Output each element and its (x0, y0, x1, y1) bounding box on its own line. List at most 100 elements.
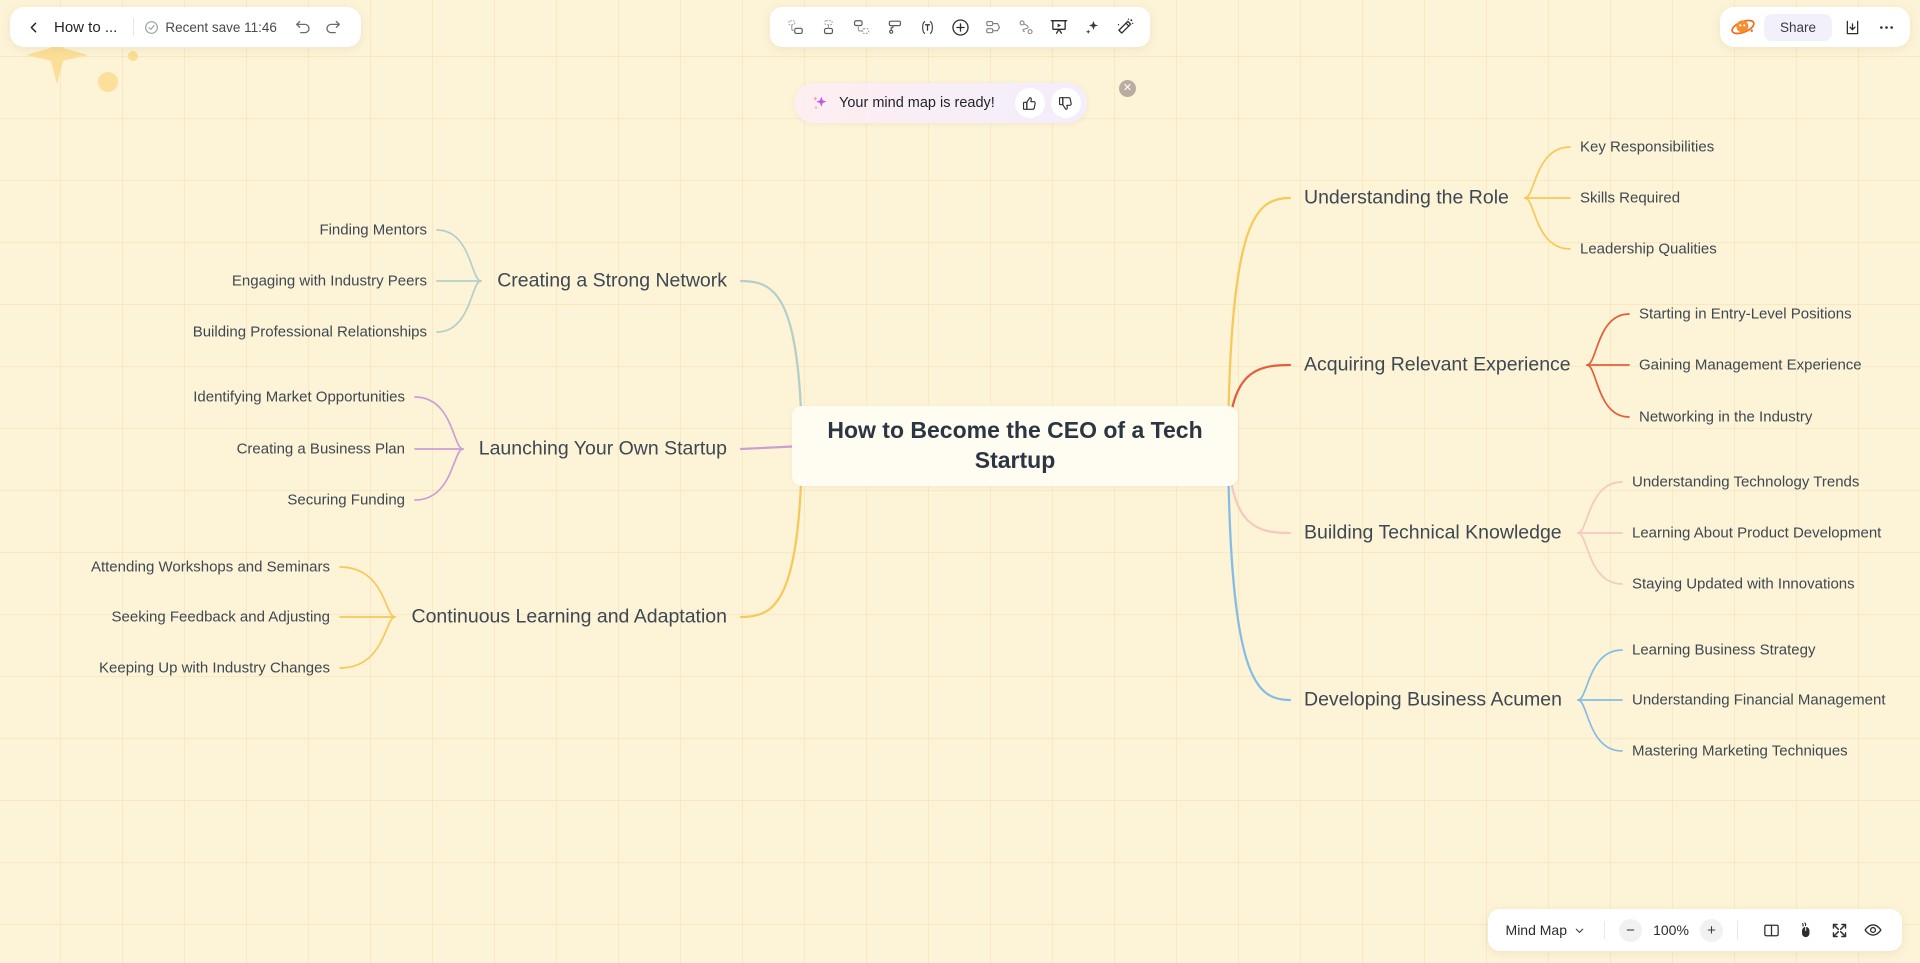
mindmap-edge (1577, 649, 1623, 701)
insert-sibling-node-button[interactable] (780, 12, 810, 42)
saturn-planet-logo[interactable] (1728, 12, 1758, 42)
relationship-button[interactable] (978, 12, 1008, 42)
toolbar-divider (1604, 921, 1605, 939)
view-mode-label: Mind Map (1505, 922, 1567, 938)
mindmap-leaf-node[interactable]: Finding Mentors (319, 222, 427, 239)
connector-line-button[interactable] (1011, 12, 1041, 42)
more-horizontal-icon (1879, 25, 1893, 29)
mindmap-leaf-node[interactable]: Keeping Up with Industry Changes (99, 660, 330, 677)
back-button[interactable] (20, 14, 46, 40)
mindmap-leaf-node[interactable]: Staying Updated with Innovations (1632, 576, 1855, 593)
thumbs-up-icon (1023, 96, 1037, 110)
text-box-button[interactable] (912, 12, 942, 42)
redo-button[interactable] (319, 13, 347, 41)
mindmap-branch-node[interactable]: Developing Business Acumen (1304, 689, 1562, 712)
mindmap-branch-node[interactable]: Continuous Learning and Adaptation (411, 606, 727, 629)
view-controls-toolbar: Mind Map − 100% + (1487, 909, 1902, 951)
toolbar-divider (1737, 921, 1738, 939)
mindmap-edge (436, 280, 482, 333)
split-panel-button[interactable] (1756, 915, 1786, 945)
zoom-out-button[interactable]: − (1619, 918, 1642, 942)
undo-icon (295, 20, 310, 34)
magic-wand-icon (1117, 18, 1134, 34)
zoom-in-button[interactable]: + (1700, 918, 1723, 942)
ai-assistant-button[interactable] (1077, 12, 1107, 42)
export-button[interactable] (1838, 13, 1866, 41)
undo-button[interactable] (289, 13, 317, 41)
saturn-planet-logo-icon (1731, 19, 1755, 35)
mindmap-leaf-node[interactable]: Understanding Financial Management (1632, 692, 1885, 709)
mindmap-leaf-node[interactable]: Starting in Entry-Level Positions (1639, 306, 1852, 323)
mindmap-edge (1577, 532, 1623, 585)
insert-subtopic-icon (853, 19, 869, 34)
view-mode-dropdown[interactable]: Mind Map (1502, 918, 1590, 942)
mindmap-canvas[interactable]: How to Become the CEO of a Tech Startup … (0, 0, 1920, 963)
chevron-down-icon (1575, 928, 1584, 933)
mindmap-leaf-node[interactable]: Mastering Marketing Techniques (1632, 743, 1848, 760)
mindmap-edge (414, 396, 464, 450)
edit-toolbar (770, 7, 1150, 47)
mindmap-edge (1226, 444, 1292, 702)
toast-close-button[interactable]: ✕ (1119, 80, 1136, 97)
mindmap-edge (339, 566, 396, 618)
mindmap-leaf-node[interactable]: Gaining Management Experience (1639, 357, 1862, 374)
mindmap-leaf-node[interactable]: Building Professional Relationships (193, 324, 427, 341)
mindmap-edge (339, 616, 396, 669)
mouse-pointer-icon (1801, 921, 1809, 937)
presentation-button[interactable] (1044, 12, 1074, 42)
insert-child-node-button[interactable] (813, 12, 843, 42)
preview-button[interactable] (1858, 915, 1888, 945)
magic-tools-button[interactable] (1110, 12, 1140, 42)
presentation-icon (1050, 20, 1068, 34)
mindmap-edge (1577, 481, 1623, 534)
mindmap-edge (1524, 146, 1571, 199)
text-box-icon (921, 20, 933, 34)
mindmap-leaf-node[interactable]: Networking in the Industry (1639, 409, 1812, 426)
thumbs-up-button[interactable] (1014, 88, 1045, 118)
mindmap-leaf-node[interactable]: Identifying Market Opportunities (193, 389, 405, 406)
mindmap-leaf-node[interactable]: Seeking Feedback and Adjusting (112, 609, 331, 626)
mindmap-edge (1524, 197, 1571, 250)
mindmap-leaf-node[interactable]: Securing Funding (287, 492, 405, 509)
insert-child-node-icon (823, 19, 833, 34)
format-painter-button[interactable] (879, 12, 909, 42)
document-toolbar: How to ... Recent save 11:46 (10, 7, 361, 47)
mindmap-leaf-node[interactable]: Engaging with Industry Peers (232, 273, 427, 290)
mindmap-branch-node[interactable]: Acquiring Relevant Experience (1304, 354, 1571, 377)
mindmap-edge (436, 229, 482, 282)
pointer-mode-button[interactable] (1790, 915, 1820, 945)
fullscreen-button[interactable] (1824, 915, 1854, 945)
share-button[interactable]: Share (1763, 13, 1832, 41)
insert-sibling-node-icon (787, 19, 803, 34)
mindmap-leaf-node[interactable]: Creating a Business Plan (237, 441, 405, 458)
insert-subtopic-button[interactable] (846, 12, 876, 42)
mindmap-edge (1577, 699, 1623, 752)
mindmap-branch-node[interactable]: Creating a Strong Network (497, 270, 727, 293)
mindmap-branch-node[interactable]: Understanding the Role (1304, 187, 1509, 210)
ai-ready-toast: Your mind map is ready! (794, 83, 1087, 123)
mindmap-branch-node[interactable]: Building Technical Knowledge (1304, 522, 1562, 545)
more-options-button[interactable] (1872, 13, 1900, 41)
mindmap-leaf-node[interactable]: Skills Required (1580, 190, 1680, 207)
mindmap-edge (1586, 364, 1630, 418)
toast-message: Your mind map is ready! (839, 95, 995, 111)
mindmap-leaf-node[interactable]: Key Responsibilities (1580, 139, 1714, 156)
thumbs-down-button[interactable] (1050, 88, 1081, 118)
document-title[interactable]: How to ... (48, 19, 129, 36)
relationship-icon (985, 20, 1000, 33)
mindmap-root-node[interactable]: How to Become the CEO of a Tech Startup (792, 406, 1238, 486)
ai-sparkle-icon (1085, 20, 1098, 34)
account-toolbar: Share (1719, 7, 1910, 47)
add-circle-icon (951, 18, 969, 36)
add-circle-button[interactable] (945, 12, 975, 42)
eye-icon (1864, 924, 1882, 936)
zoom-level-value[interactable]: 100% (1652, 922, 1690, 938)
mindmap-leaf-node[interactable]: Attending Workshops and Seminars (91, 559, 330, 576)
mindmap-leaf-node[interactable]: Learning Business Strategy (1632, 642, 1815, 659)
mindmap-leaf-node[interactable]: Leadership Qualities (1580, 241, 1717, 258)
mindmap-leaf-node[interactable]: Understanding Technology Trends (1632, 474, 1859, 491)
mindmap-branch-node[interactable]: Launching Your Own Startup (479, 438, 727, 461)
mindmap-leaf-node[interactable]: Learning About Product Development (1632, 525, 1881, 542)
mindmap-edge (1586, 313, 1630, 366)
toolbar-divider (133, 18, 135, 36)
